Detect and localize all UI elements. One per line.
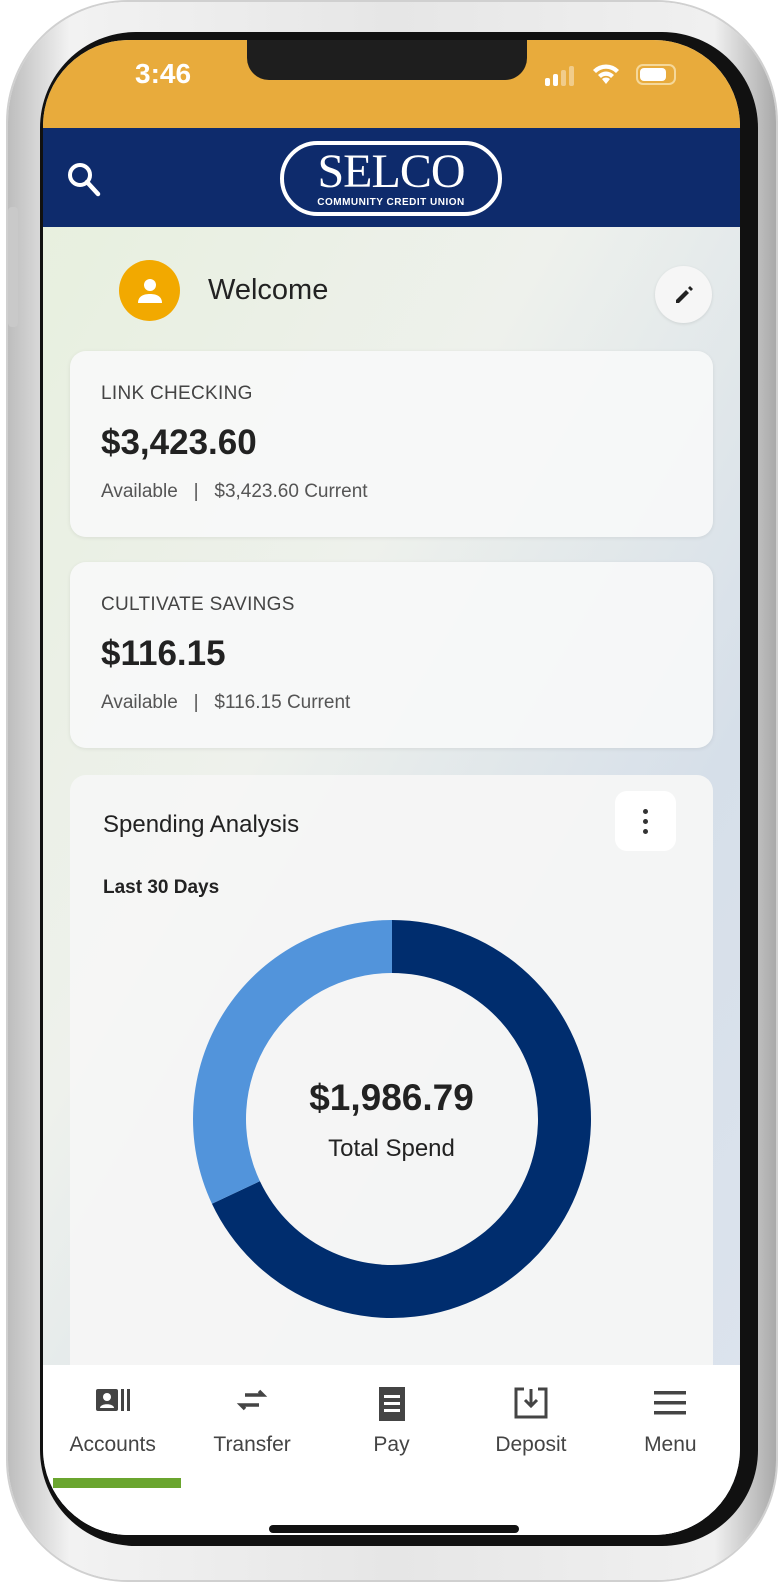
nav-label: Pay	[373, 1433, 410, 1456]
welcome-text: Welcome	[208, 274, 329, 306]
donut-chart[interactable]	[192, 919, 592, 1319]
side-button	[8, 207, 18, 327]
nav-label: Transfer	[213, 1433, 291, 1456]
available-label: Available	[101, 692, 178, 713]
nav-label: Deposit	[495, 1433, 567, 1456]
edit-button[interactable]	[655, 266, 712, 323]
separator: |	[193, 481, 199, 502]
logo-sub: COMMUNITY CREDIT UNION	[317, 197, 465, 208]
account-name: LINK CHECKING	[101, 383, 253, 404]
account-sub: Available | $3,423.60 Current	[101, 481, 368, 503]
status-time: 3:46	[135, 58, 192, 89]
account-card-savings[interactable]: CULTIVATE SAVINGS $116.15 Available | $1…	[70, 562, 713, 748]
nav-accounts[interactable]: Accounts	[43, 1365, 182, 1488]
nav-deposit[interactable]: Deposit	[461, 1365, 600, 1488]
account-sub: Available | $116.15 Current	[101, 692, 350, 714]
nav-pay[interactable]: Pay	[322, 1365, 461, 1488]
wifi-icon	[593, 64, 619, 84]
nav-label: Accounts	[69, 1433, 156, 1456]
account-balance: $116.15	[101, 634, 226, 673]
spending-title: Spending Analysis	[103, 811, 300, 838]
transfer-icon	[236, 1389, 268, 1411]
logo-main: SELCO	[317, 145, 465, 198]
search-icon[interactable]	[65, 160, 103, 198]
more-options-button[interactable]	[615, 791, 676, 851]
available-label: Available	[101, 481, 178, 502]
account-balance: $3,423.60	[101, 423, 257, 462]
active-tab-indicator	[53, 1478, 181, 1488]
selco-logo: SELCO COMMUNITY CREDIT UNION	[280, 141, 502, 216]
app-header: SELCO COMMUNITY CREDIT UNION	[43, 128, 740, 227]
status-bar: 3:46	[43, 40, 740, 128]
home-indicator	[269, 1525, 519, 1533]
accounts-icon	[95, 1389, 130, 1411]
menu-icon	[654, 1391, 687, 1415]
separator: |	[193, 692, 199, 713]
spending-range: Last 30 Days	[103, 877, 220, 898]
battery-icon	[636, 64, 676, 85]
notch	[247, 40, 527, 80]
total-spend-label: Total Spend	[328, 1135, 455, 1162]
nav-label: Menu	[644, 1433, 697, 1456]
account-name: CULTIVATE SAVINGS	[101, 594, 295, 615]
nav-transfer[interactable]: Transfer	[182, 1365, 321, 1488]
avatar[interactable]	[119, 260, 180, 321]
deposit-icon	[514, 1387, 548, 1419]
cellular-signal-icon	[545, 66, 574, 86]
nav-menu[interactable]: Menu	[601, 1365, 740, 1488]
user-icon	[137, 278, 162, 303]
screen: 3:46 SELCO COMMUNITY CREDIT UNION Welcom…	[43, 40, 740, 1535]
receipt-icon	[378, 1387, 405, 1421]
account-card-checking[interactable]: LINK CHECKING $3,423.60 Available | $3,4…	[70, 351, 713, 537]
current-balance: $3,423.60 Current	[214, 481, 368, 502]
current-balance: $116.15 Current	[214, 692, 351, 713]
total-spend-value: $1,986.79	[309, 1077, 474, 1118]
welcome-row: Welcome	[119, 260, 328, 321]
pencil-icon	[675, 285, 693, 303]
